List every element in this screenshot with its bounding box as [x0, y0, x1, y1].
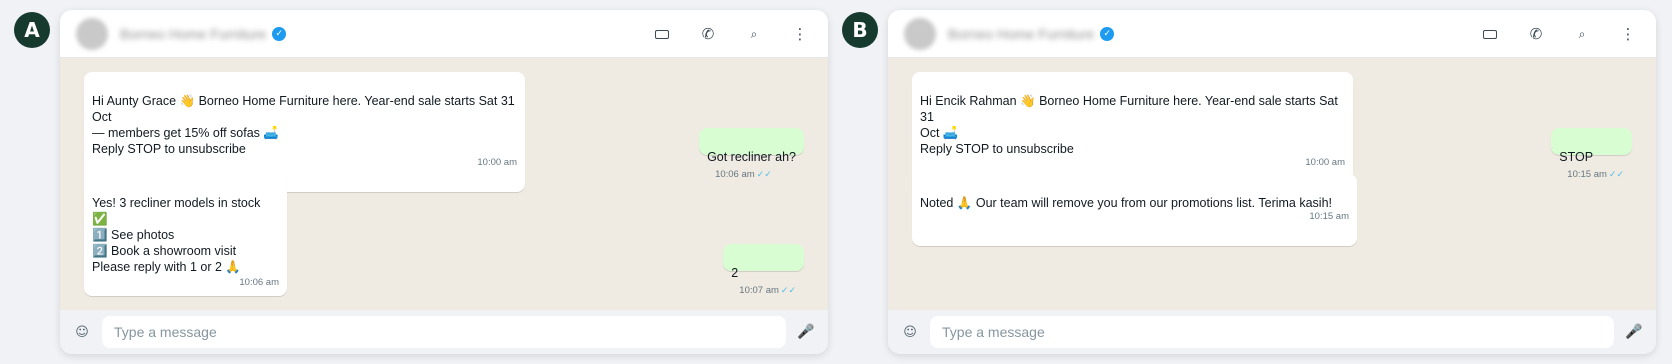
message-time: 10:06 am: [239, 277, 279, 288]
chat-header: Borneo Home Furniture ✓ ✆ ⌕ ⋮: [60, 10, 828, 58]
message-text: STOP: [1559, 150, 1594, 164]
message-list: Hi Aunty Grace 👋 Borneo Home Furniture h…: [60, 58, 828, 310]
microphone-icon[interactable]: 🎤: [1624, 324, 1644, 340]
chat-header: Borneo Home Furniture ✓ ✆ ⌕ ⋮: [888, 10, 1656, 58]
read-ticks-icon: ✓✓: [756, 169, 772, 179]
chat-window-a: Borneo Home Furniture ✓ ✆ ⌕ ⋮ Hi Aunty G…: [60, 10, 828, 354]
video-icon[interactable]: [1480, 25, 1500, 43]
message-incoming: Yes! 3 recliner models in stock ✅ 1️⃣ Se…: [84, 174, 287, 296]
phone-icon[interactable]: ✆: [698, 25, 718, 43]
verified-icon: ✓: [272, 26, 287, 41]
menu-icon[interactable]: ⋮: [1618, 25, 1638, 43]
message-text: Hi Encik Rahman 👋 Borneo Home Furniture …: [920, 94, 1338, 156]
phone-icon[interactable]: ✆: [1526, 25, 1546, 43]
message-text: Hi Aunty Grace 👋 Borneo Home Furniture h…: [92, 94, 515, 156]
message-text: Got recliner ah?: [707, 150, 796, 164]
panel-a-label: A: [14, 12, 50, 48]
message-outgoing: STOP 10:15 am ✓✓: [1551, 128, 1632, 180]
panel-b-label: B: [842, 12, 878, 48]
chat-window-b: Borneo Home Furniture ✓ ✆ ⌕ ⋮ Hi Encik R…: [888, 10, 1656, 354]
message-time: 10:07 am: [739, 285, 779, 296]
message-input[interactable]: Type a message: [930, 316, 1614, 348]
business-name[interactable]: Borneo Home Furniture: [120, 26, 266, 42]
avatar[interactable]: [904, 17, 936, 50]
search-icon[interactable]: ⌕: [744, 27, 764, 42]
emoji-icon[interactable]: ☺: [900, 325, 920, 340]
message-list: Hi Encik Rahman 👋 Borneo Home Furniture …: [888, 58, 1656, 310]
message-text: 2: [731, 266, 739, 280]
video-icon[interactable]: [652, 25, 672, 43]
message-text: Noted 🙏 Our team will remove you from ou…: [920, 196, 1332, 210]
menu-icon[interactable]: ⋮: [790, 25, 810, 43]
composer-bar: ☺ Type a message 🎤: [888, 310, 1656, 354]
message-time: 10:00 am: [477, 157, 517, 168]
read-ticks-icon: ✓✓: [1608, 169, 1624, 179]
message-outgoing: Got recliner ah? 10:06 am ✓✓: [699, 128, 804, 180]
message-time: 10:00 am: [1305, 157, 1345, 168]
emoji-icon[interactable]: ☺: [72, 325, 92, 340]
composer-bar: ☺ Type a message 🎤: [60, 310, 828, 354]
read-ticks-icon: ✓✓: [780, 285, 796, 295]
message-time: 10:15 am: [1309, 211, 1349, 222]
business-name[interactable]: Borneo Home Furniture: [948, 26, 1094, 42]
message-time: 10:15 am: [1567, 169, 1607, 180]
message-input[interactable]: Type a message: [102, 316, 786, 348]
search-icon[interactable]: ⌕: [1572, 27, 1592, 42]
verified-icon: ✓: [1100, 26, 1115, 41]
microphone-icon[interactable]: 🎤: [796, 324, 816, 340]
message-text: Yes! 3 recliner models in stock ✅ 1️⃣ Se…: [92, 196, 261, 274]
avatar[interactable]: [76, 17, 108, 50]
message-time: 10:06 am: [715, 169, 755, 180]
message-outgoing: 2 10:07 am ✓✓: [723, 244, 804, 296]
message-incoming: Noted 🙏 Our team will remove you from ou…: [912, 174, 1357, 246]
